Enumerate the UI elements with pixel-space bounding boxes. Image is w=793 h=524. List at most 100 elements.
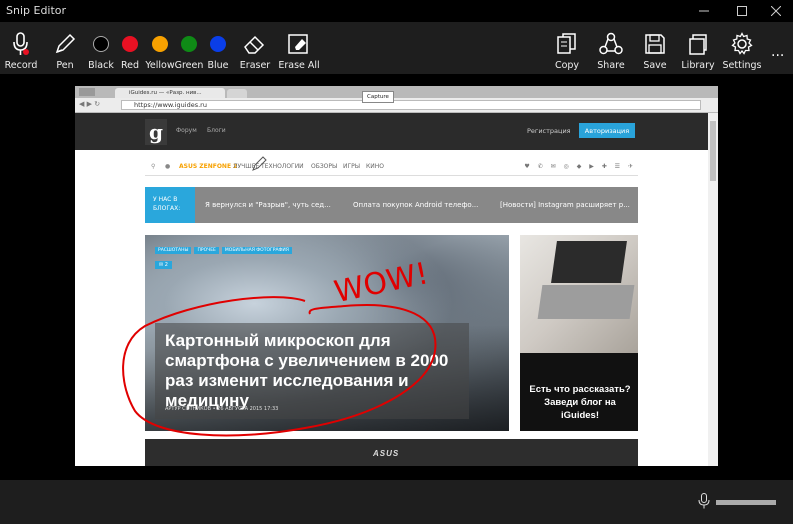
article-tags: РАСШОТАНЫ ПРОЧЕЕ МОБИЛЬНАЯ ФОТОГРАФИЯ bbox=[155, 247, 292, 254]
share-label: Share bbox=[597, 60, 625, 71]
laptop-image bbox=[520, 235, 638, 353]
copy-icon bbox=[556, 32, 578, 56]
color-black-button[interactable]: Black bbox=[88, 32, 114, 71]
color-green-button[interactable]: Green bbox=[174, 32, 204, 71]
close-button[interactable] bbox=[758, 0, 793, 22]
browser-address-row: ◀ ▶ ↻ https://www.iguides.ru bbox=[75, 98, 718, 113]
audio-mic-icon bbox=[698, 493, 710, 513]
article-headline: Картонный микроскоп для смартфона с увел… bbox=[165, 331, 449, 410]
pen-label: Pen bbox=[56, 60, 74, 71]
browser-tabstrip: iGuides.ru — «Разр. нив... bbox=[75, 86, 718, 98]
menu-item-movies: КИНО bbox=[366, 163, 384, 170]
red-label: Red bbox=[120, 60, 140, 71]
browser-scrollbar bbox=[708, 113, 718, 466]
library-button[interactable]: Library bbox=[681, 32, 715, 71]
menu-item-zenfone: ASUS ZENFONE 2 bbox=[179, 163, 238, 170]
blogs-strip: У НАС В БЛОГАХ: Я вернулся и "Разрыв", ч… bbox=[145, 187, 638, 223]
library-icon bbox=[687, 32, 709, 56]
featured-article: РАСШОТАНЫ ПРОЧЕЕ МОБИЛЬНАЯ ФОТОГРАФИЯ ✉ … bbox=[145, 235, 509, 431]
site-header: g Форум Блоги Регистрация Авторизация bbox=[75, 113, 708, 150]
blog-item: Я вернулся и "Разрыв", чуть сед... bbox=[205, 201, 331, 209]
color-yellow-button[interactable]: Yellow bbox=[145, 32, 175, 71]
black-label: Black bbox=[88, 60, 114, 71]
article-tag: РАСШОТАНЫ bbox=[155, 247, 192, 254]
minimize-button[interactable] bbox=[686, 0, 722, 22]
asus-banner: ASUS bbox=[145, 439, 638, 466]
record-label: Record bbox=[4, 60, 38, 71]
title-bar: Snip Editor bbox=[0, 0, 793, 22]
new-tab-icon bbox=[227, 89, 247, 98]
close-icon bbox=[771, 6, 781, 16]
share-button[interactable]: Share bbox=[597, 32, 625, 71]
header-link-forum: Форум bbox=[176, 127, 197, 134]
site-logo: g bbox=[145, 119, 167, 145]
register-link: Регистрация bbox=[527, 127, 571, 135]
save-button[interactable]: Save bbox=[642, 32, 668, 71]
eraser-button[interactable]: Eraser bbox=[240, 32, 270, 71]
blue-label: Blue bbox=[207, 60, 229, 71]
save-icon bbox=[644, 32, 666, 56]
erase-all-icon bbox=[287, 32, 311, 56]
green-label: Green bbox=[174, 60, 204, 71]
comment-count: 2 bbox=[164, 262, 168, 268]
yellow-swatch-icon bbox=[152, 36, 168, 52]
toolbar: Record Pen Black Red Yellow Green Blue E… bbox=[0, 22, 793, 74]
browser-url: https://www.iguides.ru bbox=[121, 100, 701, 110]
eraser-label: Eraser bbox=[239, 60, 271, 71]
bottom-bar bbox=[0, 480, 793, 524]
more-button[interactable]: ... bbox=[771, 44, 784, 60]
blogs-label: У НАС В БЛОГАХ: bbox=[145, 187, 195, 223]
save-label: Save bbox=[643, 60, 667, 71]
header-link-blogs: Блоги bbox=[207, 127, 226, 134]
share-icon bbox=[599, 32, 623, 56]
volume-slider[interactable] bbox=[716, 500, 776, 505]
article-tag: ПРОЧЕЕ bbox=[194, 247, 219, 254]
menu-item-tech: ТЕХНОЛОГИИ bbox=[261, 163, 304, 170]
maximize-button[interactable] bbox=[724, 0, 760, 22]
settings-button[interactable]: Settings bbox=[723, 32, 761, 71]
menu-item-games: ИГРЫ bbox=[343, 163, 361, 170]
eraser-icon bbox=[243, 32, 267, 56]
settings-label: Settings bbox=[722, 60, 762, 71]
info-icon: ● bbox=[165, 163, 171, 170]
blog-item: Оплата покупок Android телефо... bbox=[353, 201, 479, 209]
color-red-button[interactable]: Red bbox=[117, 32, 143, 71]
window-title: Snip Editor bbox=[6, 4, 67, 17]
library-label: Library bbox=[681, 60, 715, 71]
site-menu: ⚲ ● ASUS ZENFONE 2 ЛУЧШЕЕ ТЕХНОЛОГИИ ОБЗ… bbox=[145, 157, 638, 176]
website: g Форум Блоги Регистрация Авторизация ⚲ … bbox=[75, 113, 708, 466]
copy-label: Copy bbox=[554, 60, 580, 71]
pen-icon bbox=[54, 32, 76, 56]
search-icon: ⚲ bbox=[151, 163, 156, 170]
browser-tab: iGuides.ru — «Разр. нив... bbox=[115, 88, 225, 98]
social-icons: ♥ ✆ ✉ ◎ ◆ ▶ ✚ ☰ ✈ bbox=[524, 163, 636, 170]
capture-tooltip: Capture bbox=[362, 91, 394, 103]
comment-count-badge: ✉ 2 bbox=[155, 261, 172, 269]
green-swatch-icon bbox=[181, 36, 197, 52]
captured-screenshot[interactable]: iGuides.ru — «Разр. нив... ◀ ▶ ↻ https:/… bbox=[75, 86, 718, 466]
blog-item: [Новости] Instagram расширяет р... bbox=[500, 201, 630, 209]
blue-swatch-icon bbox=[210, 36, 226, 52]
browser-nav-icon: ◀ ▶ ↻ bbox=[79, 100, 101, 108]
red-swatch-icon bbox=[122, 36, 138, 52]
minimize-icon bbox=[699, 10, 709, 12]
gear-icon bbox=[730, 32, 754, 56]
record-button[interactable]: Record bbox=[4, 32, 38, 71]
asus-logo: ASUS bbox=[373, 449, 400, 458]
pen-button[interactable]: Pen bbox=[52, 32, 78, 71]
advert-text: Есть что рассказать? Заведи блог на iGui… bbox=[529, 384, 631, 421]
menu-item-reviews: ОБЗОРЫ bbox=[311, 163, 338, 170]
color-blue-button[interactable]: Blue bbox=[205, 32, 231, 71]
maximize-icon bbox=[737, 6, 747, 16]
copy-button[interactable]: Copy bbox=[554, 32, 580, 71]
side-advert: Есть что рассказать? Заведи блог на iGui… bbox=[520, 235, 638, 431]
yellow-label: Yellow bbox=[145, 60, 175, 71]
black-swatch-icon bbox=[93, 36, 109, 52]
erase-all-button[interactable]: Erase All bbox=[278, 32, 320, 71]
article-tag: МОБИЛЬНАЯ ФОТОГРАФИЯ bbox=[221, 247, 292, 254]
login-button: Авторизация bbox=[579, 123, 635, 138]
mic-icon bbox=[11, 32, 31, 56]
erase-all-label: Erase All bbox=[278, 60, 320, 71]
menu-item-best: ЛУЧШЕЕ bbox=[233, 163, 260, 170]
browser-logo-icon bbox=[79, 88, 95, 96]
